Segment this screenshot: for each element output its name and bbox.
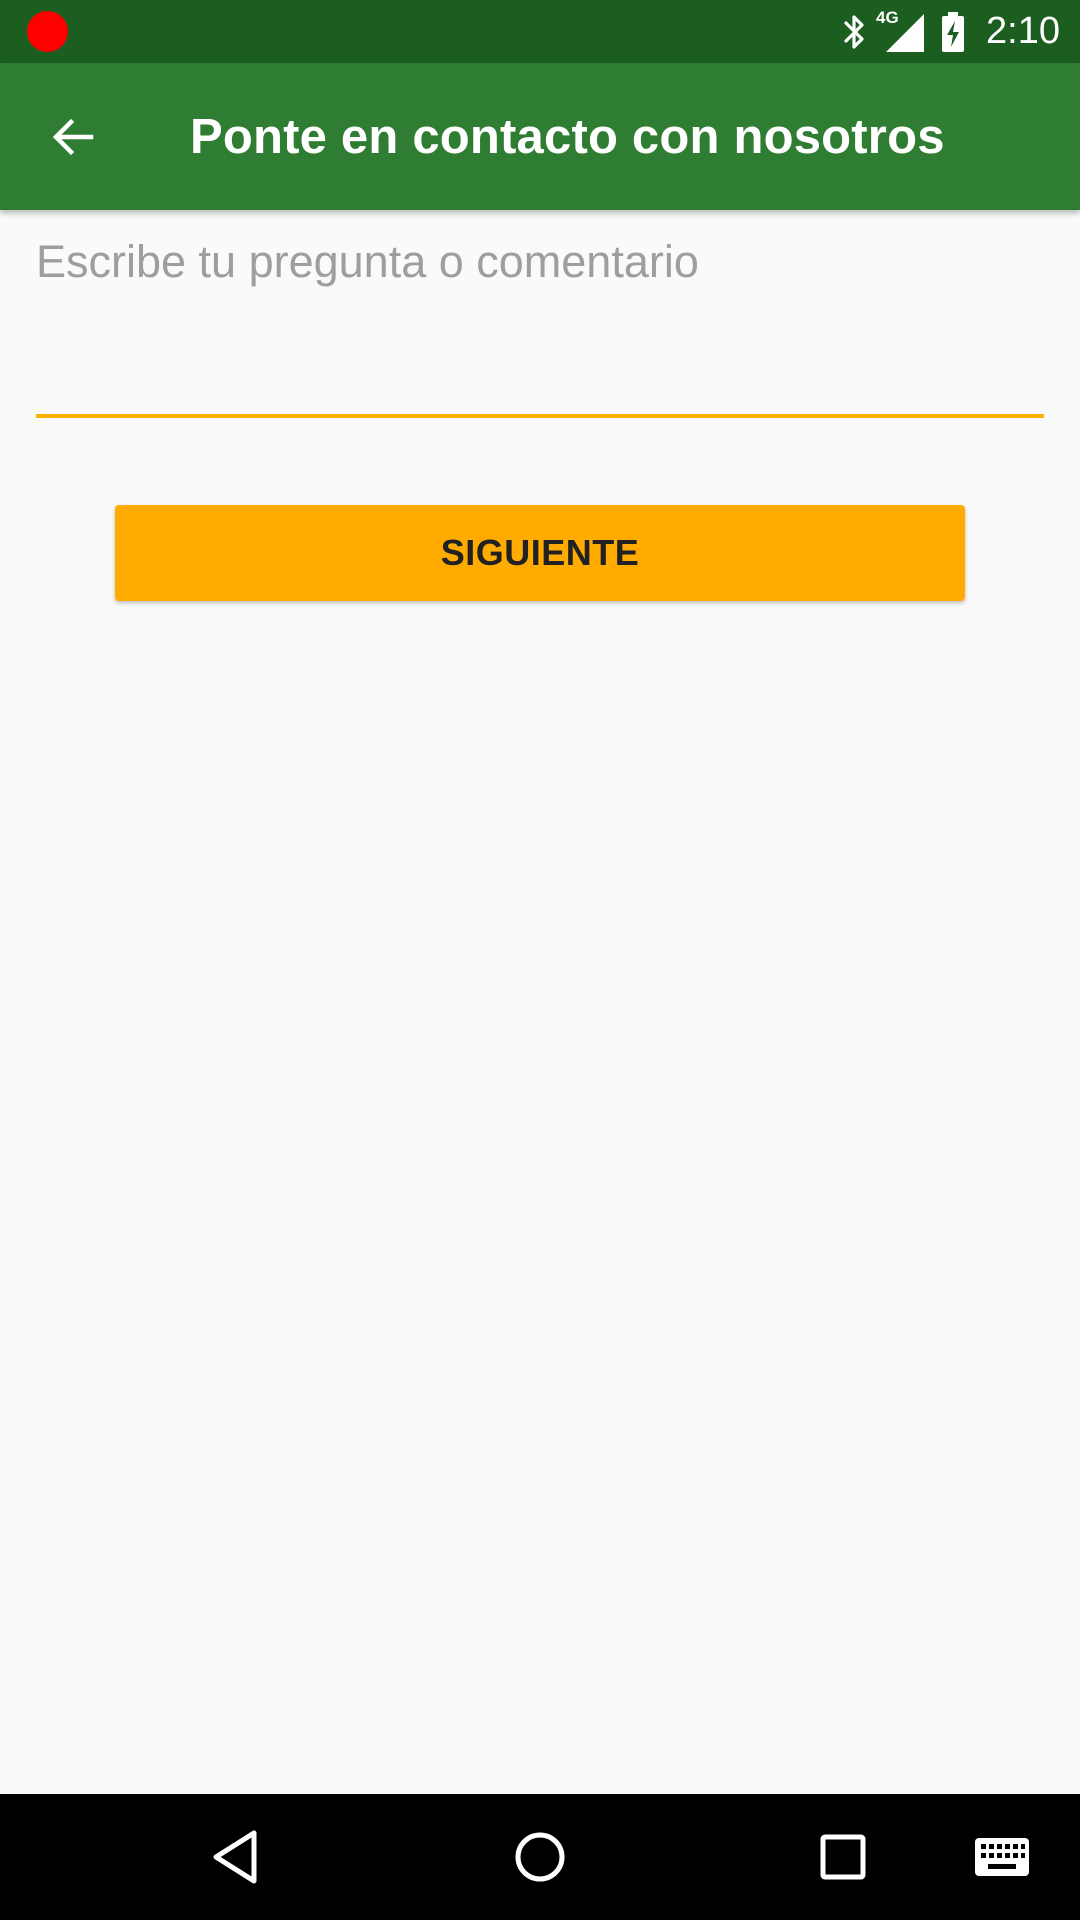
nav-home-button[interactable] bbox=[470, 1794, 610, 1920]
keyboard-icon bbox=[975, 1838, 1029, 1876]
nav-recents-button[interactable] bbox=[773, 1794, 913, 1920]
next-button[interactable]: SIGUIENTE bbox=[115, 505, 965, 601]
app-bar: Ponte en contacto con nosotros bbox=[0, 63, 1080, 210]
back-triangle-icon bbox=[213, 1830, 257, 1884]
home-circle-icon bbox=[515, 1832, 565, 1882]
battery-charging-icon bbox=[940, 11, 966, 53]
signal-icon: 4G bbox=[876, 8, 926, 54]
bluetooth-icon bbox=[842, 12, 868, 52]
navigation-bar bbox=[0, 1794, 1080, 1920]
message-field bbox=[36, 236, 1044, 420]
record-dot-icon bbox=[27, 11, 68, 52]
status-bar: 4G 2:10 bbox=[0, 0, 1080, 63]
network-type-label: 4G bbox=[876, 7, 899, 27]
field-underline bbox=[36, 414, 1044, 418]
nav-back-button[interactable] bbox=[165, 1794, 305, 1920]
arrow-back-icon bbox=[52, 118, 94, 156]
status-icons: 4G 2:10 bbox=[842, 0, 1060, 63]
nav-keyboard-button[interactable] bbox=[932, 1794, 1072, 1920]
message-input[interactable] bbox=[36, 236, 1044, 406]
recents-square-icon bbox=[820, 1834, 866, 1880]
page-title: Ponte en contacto con nosotros bbox=[190, 109, 945, 164]
clock: 2:10 bbox=[986, 10, 1060, 52]
back-button[interactable] bbox=[28, 99, 118, 175]
